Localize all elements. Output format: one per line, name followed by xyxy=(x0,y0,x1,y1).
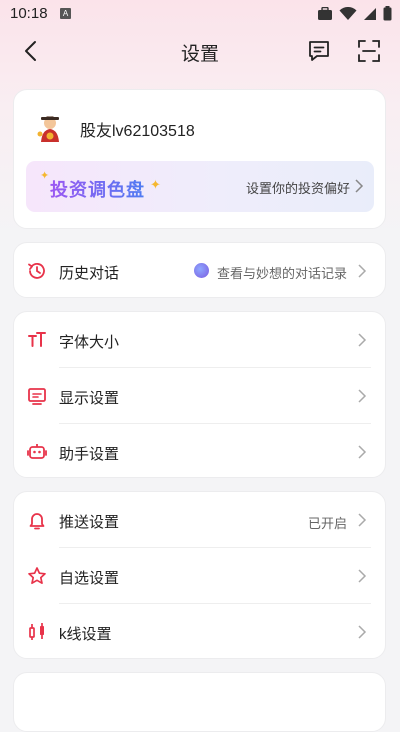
assistant-avatar-icon xyxy=(194,263,209,278)
settings-row-watchlist[interactable]: 自选设置 xyxy=(14,548,387,603)
a-badge-icon: A xyxy=(60,8,71,19)
signal-icon xyxy=(364,7,376,20)
chevron-right-icon xyxy=(355,179,364,193)
history-clock-icon xyxy=(28,263,45,279)
chevron-right-icon xyxy=(358,569,367,583)
avatar[interactable] xyxy=(32,110,68,146)
settings-label: 自选设置 xyxy=(59,570,120,587)
chevron-right-icon xyxy=(358,625,367,639)
page-title: 设置 xyxy=(180,44,219,65)
robot-icon xyxy=(27,444,47,459)
display-icon xyxy=(28,388,46,405)
history-label: 历史对话 xyxy=(59,265,120,282)
banner-action-text: 设置你的投资偏好 xyxy=(245,181,350,196)
chevron-right-icon xyxy=(358,333,367,347)
chevron-right-icon xyxy=(358,445,367,459)
profile-card: 股友lv62103518 ✦ 投资调色盘 ✦ 设置你的投资偏好 xyxy=(13,89,386,229)
settings-row-push[interactable]: 推送设置 已开启 xyxy=(14,492,387,547)
history-row[interactable]: 历史对话 查看与妙想的对话记录 xyxy=(14,243,387,298)
chevron-right-icon xyxy=(358,389,367,403)
display-settings-card: 字体大小 显示设置 助手设置 xyxy=(13,311,386,478)
history-card: 历史对话 查看与妙想的对话记录 xyxy=(13,242,386,298)
message-icon[interactable] xyxy=(306,38,332,64)
battery-icon xyxy=(383,6,392,21)
chevron-right-icon xyxy=(358,513,367,527)
status-time: 10:18 xyxy=(10,5,48,22)
star-icon xyxy=(28,567,46,585)
history-value: 查看与妙想的对话记录 xyxy=(216,266,347,281)
settings-label: 推送设置 xyxy=(59,514,120,531)
more-settings-card xyxy=(13,672,386,732)
settings-label: k线设置 xyxy=(59,626,112,643)
sparkle-icon: ✦ xyxy=(40,170,50,182)
status-bar: 10:18 A xyxy=(0,0,400,28)
chevron-right-icon xyxy=(358,264,367,278)
candlestick-icon xyxy=(29,623,44,640)
bell-icon xyxy=(29,513,45,530)
briefcase-icon xyxy=(318,6,332,20)
preference-settings-card: 推送设置 已开启 自选设置 k线设置 xyxy=(13,491,386,659)
banner-title: 投资调色盘 xyxy=(50,176,145,202)
scan-icon[interactable] xyxy=(356,38,382,64)
username[interactable]: 股友lv62103518 xyxy=(80,117,195,141)
invest-preference-banner[interactable]: ✦ 投资调色盘 ✦ 设置你的投资偏好 xyxy=(26,161,374,212)
wifi-icon xyxy=(339,6,357,20)
push-status-value: 已开启 xyxy=(307,516,347,531)
settings-row-display[interactable]: 显示设置 xyxy=(14,368,387,423)
settings-row-assistant[interactable]: 助手设置 xyxy=(14,424,387,479)
settings-label: 助手设置 xyxy=(59,446,120,463)
settings-row-kline[interactable]: k线设置 xyxy=(14,604,387,659)
font-size-icon xyxy=(28,332,46,347)
nav-header: 设置 xyxy=(0,30,400,74)
settings-label: 字体大小 xyxy=(59,334,120,351)
settings-row-font-size[interactable]: 字体大小 xyxy=(14,312,387,367)
sparkle-icon: ✦ xyxy=(150,177,161,192)
settings-label: 显示设置 xyxy=(59,390,120,407)
